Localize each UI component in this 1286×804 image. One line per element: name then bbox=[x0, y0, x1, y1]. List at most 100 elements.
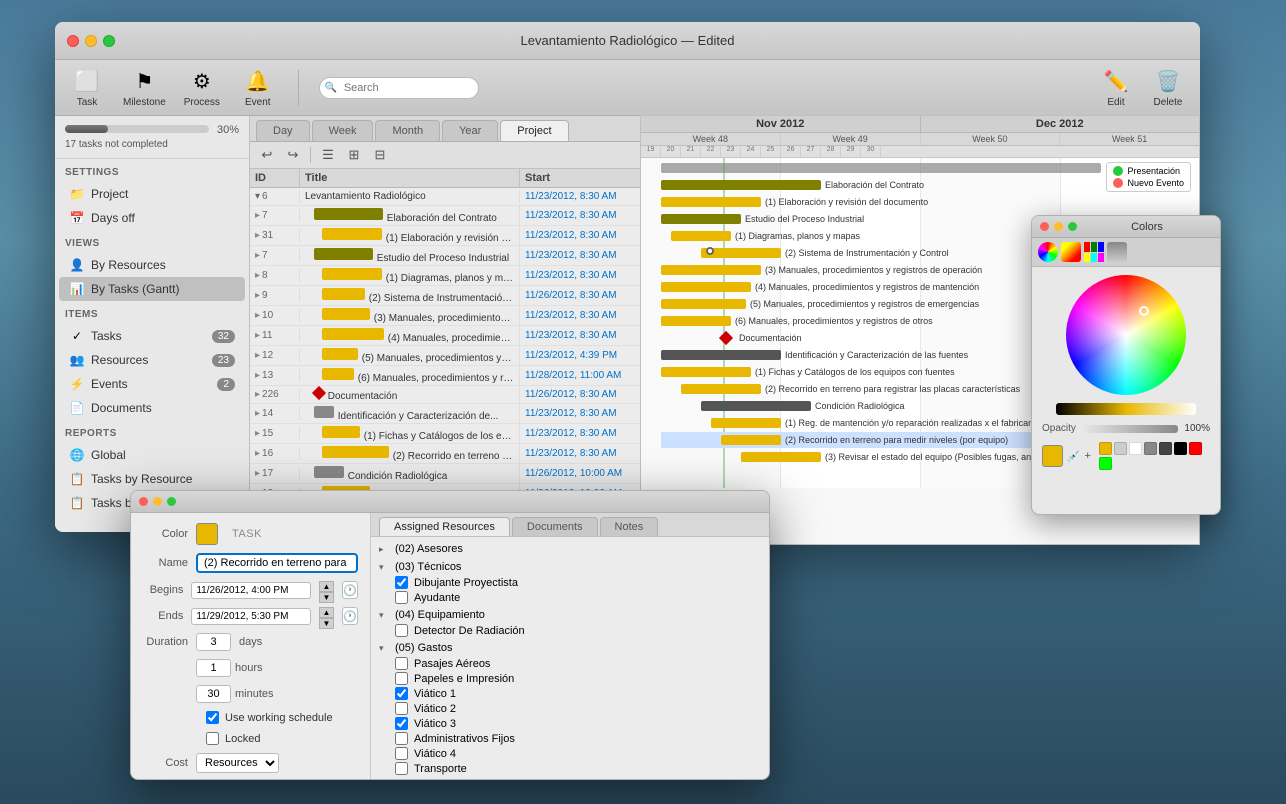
ends-clock[interactable]: 🕐 bbox=[342, 607, 358, 625]
cell-title: (5) Manuales, procedimientos y re... bbox=[300, 346, 520, 365]
begins-clock[interactable]: 🕐 bbox=[342, 581, 358, 599]
tab-week[interactable]: Week bbox=[312, 120, 374, 141]
resource-checkbox[interactable] bbox=[395, 747, 408, 760]
minimize-button[interactable] bbox=[85, 35, 97, 47]
color-wheel-icon[interactable] bbox=[1038, 242, 1058, 262]
resource-checkbox[interactable] bbox=[395, 591, 408, 604]
mini-swatch-7[interactable] bbox=[1189, 442, 1202, 455]
tab-year[interactable]: Year bbox=[442, 120, 498, 141]
mini-swatch-4[interactable] bbox=[1144, 442, 1157, 455]
begins-stepper[interactable]: ▲ ▼ bbox=[319, 581, 333, 599]
sidebar-item-resources-label: Resources bbox=[91, 353, 206, 367]
undo-button[interactable]: ↩ bbox=[256, 145, 278, 165]
process-button[interactable]: ⚙ Process bbox=[182, 67, 222, 108]
mini-swatch-3[interactable] bbox=[1129, 442, 1142, 455]
use-schedule-checkbox[interactable] bbox=[206, 711, 219, 724]
td-fullscreen[interactable] bbox=[167, 497, 176, 506]
items-section-title: ITEMS bbox=[55, 301, 249, 324]
resource-checkbox[interactable] bbox=[395, 702, 408, 715]
sidebar-item-global[interactable]: 🌐 Global bbox=[59, 443, 245, 467]
tab-month[interactable]: Month bbox=[375, 120, 440, 141]
resource-checkbox[interactable] bbox=[395, 624, 408, 637]
sidebar-item-project[interactable]: 📁 Project bbox=[59, 182, 245, 206]
close-button[interactable] bbox=[67, 35, 79, 47]
color-pencil-icon[interactable] bbox=[1107, 242, 1127, 262]
color-wheel[interactable] bbox=[1066, 275, 1186, 395]
resource-checkbox[interactable] bbox=[395, 657, 408, 670]
begins-stepper-down[interactable]: ▼ bbox=[319, 592, 333, 603]
mini-swatch-8[interactable] bbox=[1099, 457, 1112, 470]
task-color-swatch[interactable] bbox=[196, 523, 218, 545]
task-button[interactable]: ⬜ Task bbox=[67, 67, 107, 108]
begins-input[interactable] bbox=[191, 582, 311, 599]
color-slider[interactable] bbox=[1056, 403, 1196, 415]
ends-stepper[interactable]: ▲ ▼ bbox=[319, 607, 333, 625]
resource-group-header[interactable]: ▸(01) Directores bbox=[375, 778, 765, 779]
eyedropper-icon[interactable]: 💉 bbox=[1067, 450, 1081, 463]
cp-close[interactable] bbox=[1040, 222, 1049, 231]
sidebar-item-by-tasks[interactable]: 📊 By Tasks (Gantt) bbox=[59, 277, 245, 301]
ends-stepper-down[interactable]: ▼ bbox=[319, 618, 333, 629]
resource-item: Viático 4 bbox=[375, 746, 765, 761]
mini-swatch-1[interactable] bbox=[1099, 442, 1112, 455]
mini-swatch-2[interactable] bbox=[1114, 442, 1127, 455]
milestone-button[interactable]: ⚑ Milestone bbox=[123, 67, 166, 108]
resources-badge: 23 bbox=[212, 354, 235, 367]
redo-button[interactable]: ↪ bbox=[282, 145, 304, 165]
cost-select[interactable]: Resources bbox=[196, 753, 279, 773]
search-input[interactable] bbox=[319, 77, 479, 99]
tab-project[interactable]: Project bbox=[500, 120, 568, 141]
current-color-swatch[interactable] bbox=[1042, 445, 1063, 467]
locked-checkbox[interactable] bbox=[206, 732, 219, 745]
resource-group-header[interactable]: ▾(03) Técnicos bbox=[375, 559, 765, 575]
color-type-row: Color TASK bbox=[143, 523, 358, 545]
sidebar-item-resources[interactable]: 👥 Resources 23 bbox=[59, 348, 245, 372]
sidebar-item-tasks-by-resource[interactable]: 📋 Tasks by Resource bbox=[59, 467, 245, 491]
color-sliders-icon[interactable] bbox=[1061, 242, 1081, 262]
resource-checkbox[interactable] bbox=[395, 576, 408, 589]
add-swatch-icon[interactable]: + bbox=[1085, 450, 1091, 462]
resource-group-header[interactable]: ▾(04) Equipamiento bbox=[375, 607, 765, 623]
grid-view-button[interactable]: ⊟ bbox=[369, 145, 391, 165]
sidebar-item-daysoff[interactable]: 📅 Days off bbox=[59, 206, 245, 230]
tab-day[interactable]: Day bbox=[256, 120, 310, 141]
resource-checkbox[interactable] bbox=[395, 672, 408, 685]
process-label: Process bbox=[184, 97, 220, 108]
sidebar-item-by-resources[interactable]: 👤 By Resources bbox=[59, 253, 245, 277]
ends-stepper-up[interactable]: ▲ bbox=[319, 607, 333, 618]
resource-checkbox[interactable] bbox=[395, 717, 408, 730]
resource-group-header[interactable]: ▾(05) Gastos bbox=[375, 640, 765, 656]
duration-days-input[interactable] bbox=[196, 633, 231, 651]
diag-bar bbox=[671, 231, 731, 241]
resource-group-header[interactable]: ▸(02) Asesores bbox=[375, 541, 765, 557]
resource-checkbox[interactable] bbox=[395, 762, 408, 775]
duration-hours-input[interactable] bbox=[196, 659, 231, 677]
sidebar-item-tasks[interactable]: ✓ Tasks 32 bbox=[59, 324, 245, 348]
delete-button[interactable]: 🗑️ Delete bbox=[1148, 67, 1188, 108]
task-name-input[interactable] bbox=[196, 553, 358, 573]
color-swatches-icon[interactable] bbox=[1084, 242, 1104, 262]
task-tab-notes[interactable]: Notes bbox=[600, 517, 659, 536]
sidebar-item-documents[interactable]: 📄 Documents bbox=[59, 396, 245, 420]
event-button[interactable]: 🔔 Event bbox=[238, 67, 278, 108]
begins-stepper-up[interactable]: ▲ bbox=[319, 581, 333, 592]
mini-swatch-5[interactable] bbox=[1159, 442, 1172, 455]
resource-checkbox[interactable] bbox=[395, 687, 408, 700]
task-tab-documents[interactable]: Documents bbox=[512, 517, 598, 536]
task-tab-assigned[interactable]: Assigned Resources bbox=[379, 517, 510, 536]
edit-button[interactable]: ✏️ Edit bbox=[1096, 67, 1136, 108]
cp-fullscreen[interactable] bbox=[1068, 222, 1077, 231]
duration-minutes-input[interactable] bbox=[196, 685, 231, 703]
list-view-button[interactable]: ☰ bbox=[317, 145, 339, 165]
resource-checkbox[interactable] bbox=[395, 732, 408, 745]
sidebar-item-events[interactable]: ⚡ Events 2 bbox=[59, 372, 245, 396]
color-wheel-cursor bbox=[1139, 306, 1149, 316]
opacity-slider[interactable] bbox=[1082, 425, 1179, 433]
cp-minimize[interactable] bbox=[1054, 222, 1063, 231]
ends-input[interactable] bbox=[191, 608, 311, 625]
fullscreen-button[interactable] bbox=[103, 35, 115, 47]
td-minimize[interactable] bbox=[153, 497, 162, 506]
td-close[interactable] bbox=[139, 497, 148, 506]
mini-swatch-6[interactable] bbox=[1174, 442, 1187, 455]
table-view-button[interactable]: ⊞ bbox=[343, 145, 365, 165]
